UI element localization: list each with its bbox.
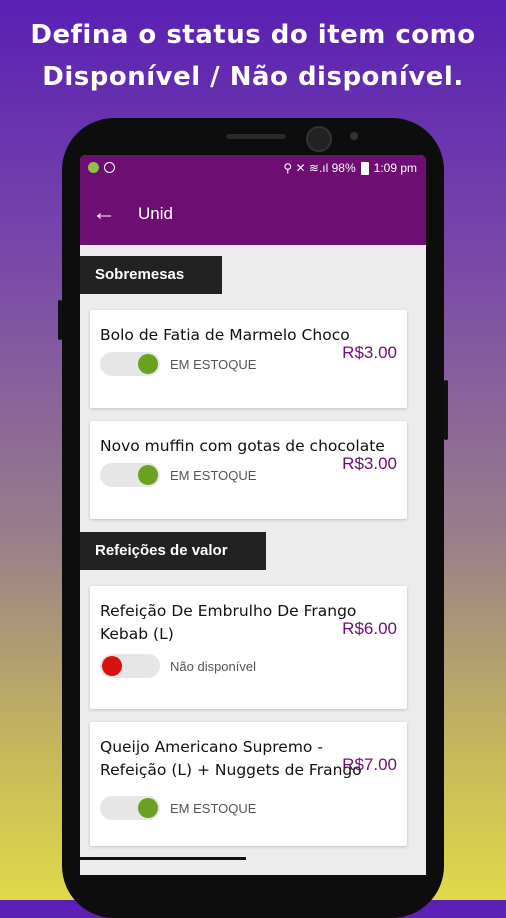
section-header-value-meals: Refeições de valor (80, 532, 266, 570)
battery-icon (360, 161, 369, 175)
item-card[interactable]: Refeição De Embrulho De Frango Kebab (L)… (90, 586, 407, 709)
promo-line-1: Defina o status do item como (30, 20, 476, 50)
page-title: Unid (138, 204, 173, 223)
toggle-knob (138, 354, 158, 374)
section-header-desserts: Sobremesas (80, 256, 223, 294)
availability-toggle[interactable] (100, 352, 160, 376)
home-indicator (80, 857, 246, 860)
toggle-knob (102, 656, 122, 676)
status-bar: ⚲ ✕ ≋.ıl 98% 1:09 pm (80, 155, 426, 183)
app-bar: ← Unid (80, 183, 426, 245)
toggle-knob (138, 798, 158, 818)
item-price: R$7.00 (342, 755, 397, 774)
promo-headline: Defina o status do item como Disponível … (0, 14, 506, 98)
power-button (444, 380, 448, 440)
item-card[interactable]: Queijo Americano Supremo - Refeição (L) … (90, 722, 407, 846)
availability-status: EM ESTOQUE (170, 467, 257, 483)
item-card[interactable]: Novo muffin com gotas de chocolate R$3.0… (90, 421, 407, 519)
availability-toggle[interactable] (100, 796, 160, 820)
item-card[interactable]: Bolo de Fatia de Marmelo Choco R$3.00 EM… (90, 310, 407, 408)
proximity-sensor (350, 132, 358, 140)
availability-status: EM ESTOQUE (170, 356, 257, 372)
item-price: R$3.00 (342, 454, 397, 473)
availability-status: Não disponível (170, 658, 256, 674)
availability-toggle[interactable] (100, 654, 160, 678)
status-icons: ⚲ ✕ ≋.ıl 98% (283, 161, 356, 175)
status-time: 1:09 pm (373, 161, 417, 175)
sync-icon (104, 162, 115, 173)
volume-button (58, 300, 62, 340)
app-notification-icon (88, 162, 99, 173)
item-price: R$6.00 (342, 619, 397, 638)
back-arrow-icon[interactable]: ← (92, 199, 116, 227)
availability-toggle[interactable] (100, 463, 160, 487)
speaker-grille (226, 134, 286, 139)
item-price: R$3.00 (342, 343, 397, 362)
availability-status: EM ESTOQUE (170, 800, 257, 816)
app-screen: ⚲ ✕ ≋.ıl 98% 1:09 pm ← Unid Sobremesas B… (80, 155, 426, 875)
toggle-knob (138, 465, 158, 485)
promo-line-2: Disponível / Não disponível. (42, 62, 464, 92)
front-camera (306, 126, 332, 152)
